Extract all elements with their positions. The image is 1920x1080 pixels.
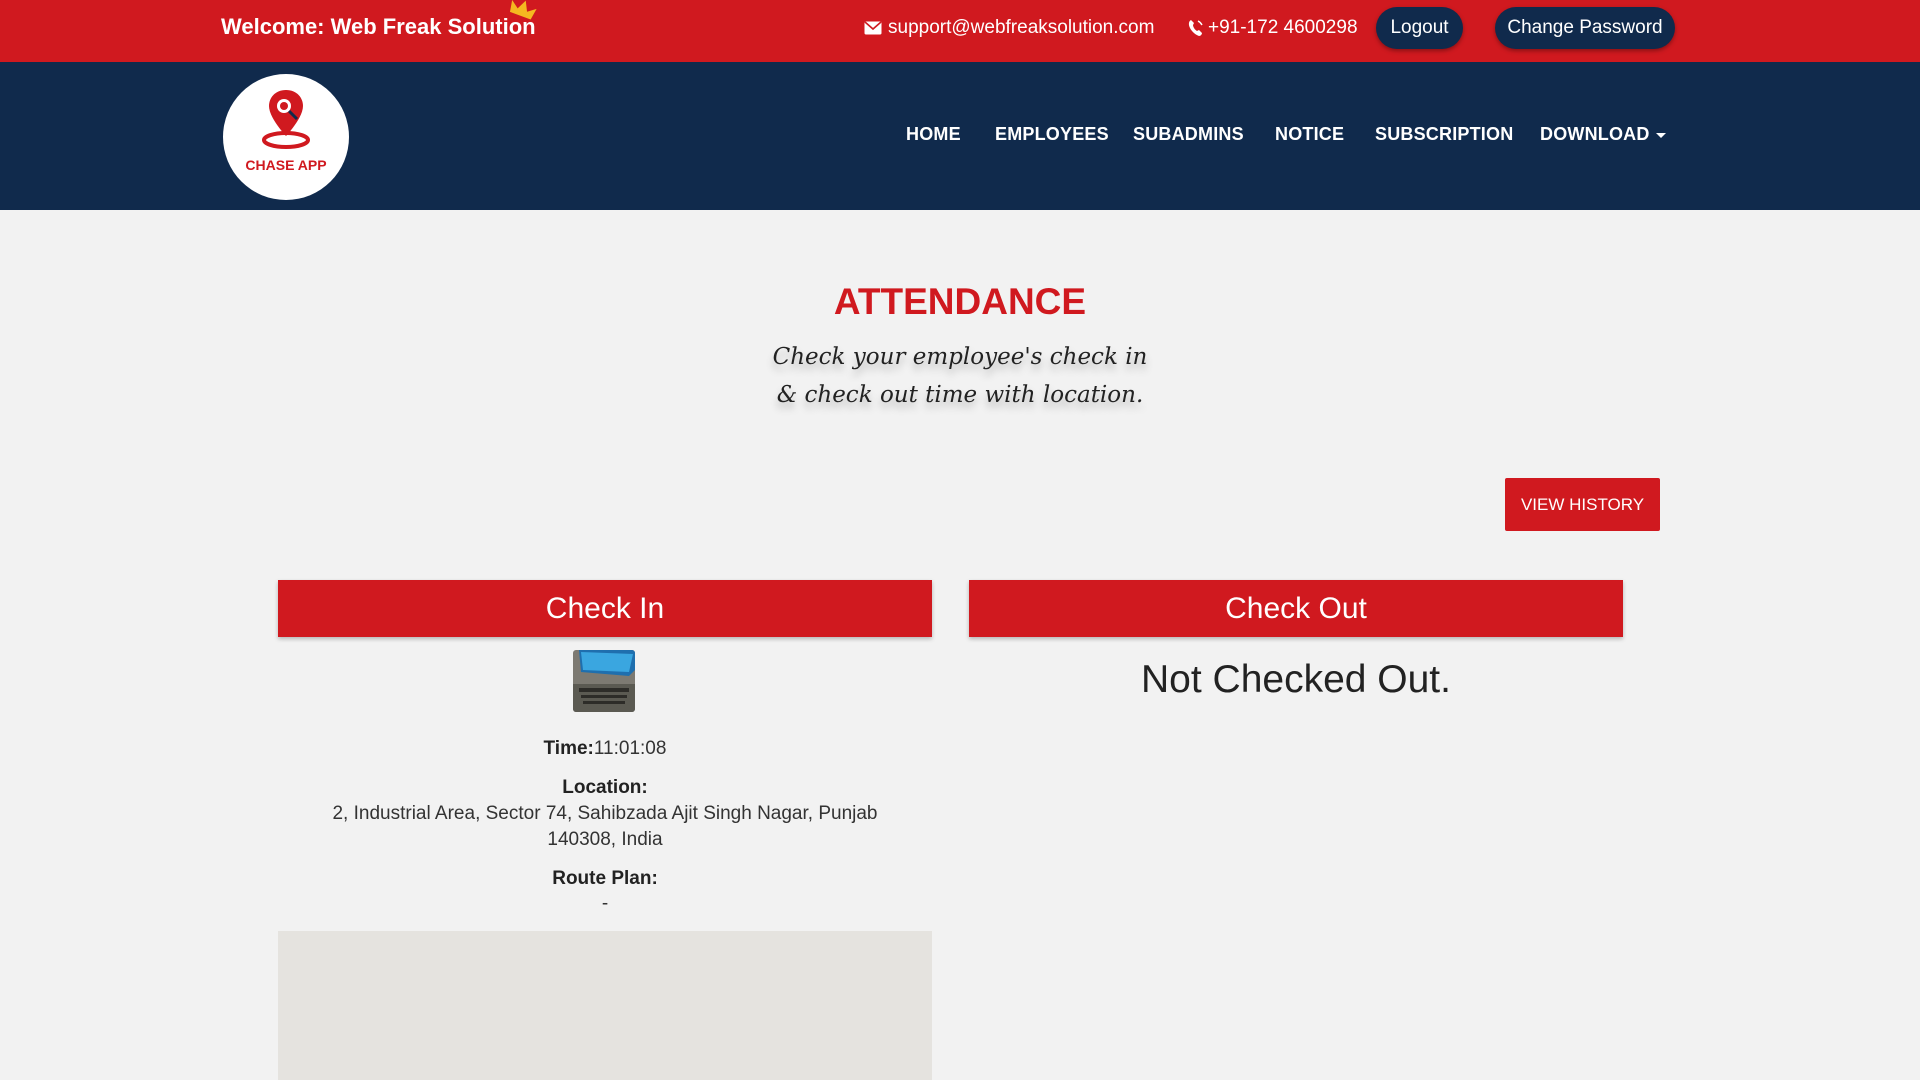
time-label: Time: bbox=[543, 738, 594, 759]
location-line-1: 2, Industrial Area, Sector 74, Sahibzada… bbox=[332, 803, 878, 824]
page-subtitle: Check your employee's check in & check o… bbox=[760, 338, 1160, 414]
support-phone[interactable]: +91-172 4600298 bbox=[1188, 17, 1358, 39]
nav-subscription[interactable]: SUBSCRIPTION bbox=[1375, 124, 1513, 145]
support-phone-text: +91-172 4600298 bbox=[1208, 17, 1358, 38]
top-bar: Welcome: Web Freak Solution support@webf… bbox=[0, 0, 1920, 62]
change-password-button[interactable]: Change Password bbox=[1495, 7, 1675, 49]
page-subtitle-line1: Check your employee's check in bbox=[772, 344, 1148, 370]
support-email[interactable]: support@webfreaksolution.com bbox=[864, 17, 1154, 39]
support-email-text: support@webfreaksolution.com bbox=[888, 17, 1155, 38]
location-pin-icon bbox=[262, 90, 310, 149]
nav-download-label: DOWNLOAD bbox=[1540, 124, 1650, 144]
view-history-button[interactable]: VIEW HISTORY bbox=[1505, 478, 1660, 531]
check-in-map[interactable] bbox=[278, 931, 932, 1080]
check-in-photo-image bbox=[573, 650, 635, 712]
route-plan-label: Route Plan: bbox=[552, 868, 658, 889]
envelope-icon bbox=[864, 21, 882, 35]
route-plan-value: - bbox=[601, 893, 609, 914]
welcome-text: Welcome: Web Freak Solution bbox=[221, 14, 536, 39]
location-line-2: 140308, India bbox=[547, 829, 663, 850]
page-subtitle-line2: & check out time with location. bbox=[776, 382, 1144, 408]
check-out-status: Not Checked Out. bbox=[1141, 658, 1451, 701]
crown-icon bbox=[509, 0, 537, 20]
nav-home[interactable]: HOME bbox=[906, 124, 961, 145]
caret-down-icon bbox=[1655, 132, 1666, 138]
check-in-photo[interactable] bbox=[573, 650, 635, 712]
nav-download[interactable]: DOWNLOAD bbox=[1540, 124, 1666, 145]
check-out-header: Check Out bbox=[969, 580, 1623, 637]
nav-notice[interactable]: NOTICE bbox=[1275, 124, 1344, 145]
logo-text: CHASE APP bbox=[245, 157, 327, 173]
time-value: 11:01:08 bbox=[593, 738, 667, 759]
nav-subadmins[interactable]: SUBADMINS bbox=[1133, 124, 1244, 145]
location-label: Location: bbox=[562, 777, 648, 798]
phone-icon bbox=[1188, 20, 1203, 36]
logout-button[interactable]: Logout bbox=[1376, 7, 1463, 49]
page-title: ATTENDANCE bbox=[833, 281, 1087, 322]
check-in-header: Check In bbox=[278, 580, 932, 637]
check-in-time: Time:11:01:08 bbox=[278, 738, 932, 760]
chase-app-logo[interactable]: CHASE APP bbox=[223, 74, 349, 200]
nav-employees[interactable]: EMPLOYEES bbox=[995, 124, 1109, 145]
